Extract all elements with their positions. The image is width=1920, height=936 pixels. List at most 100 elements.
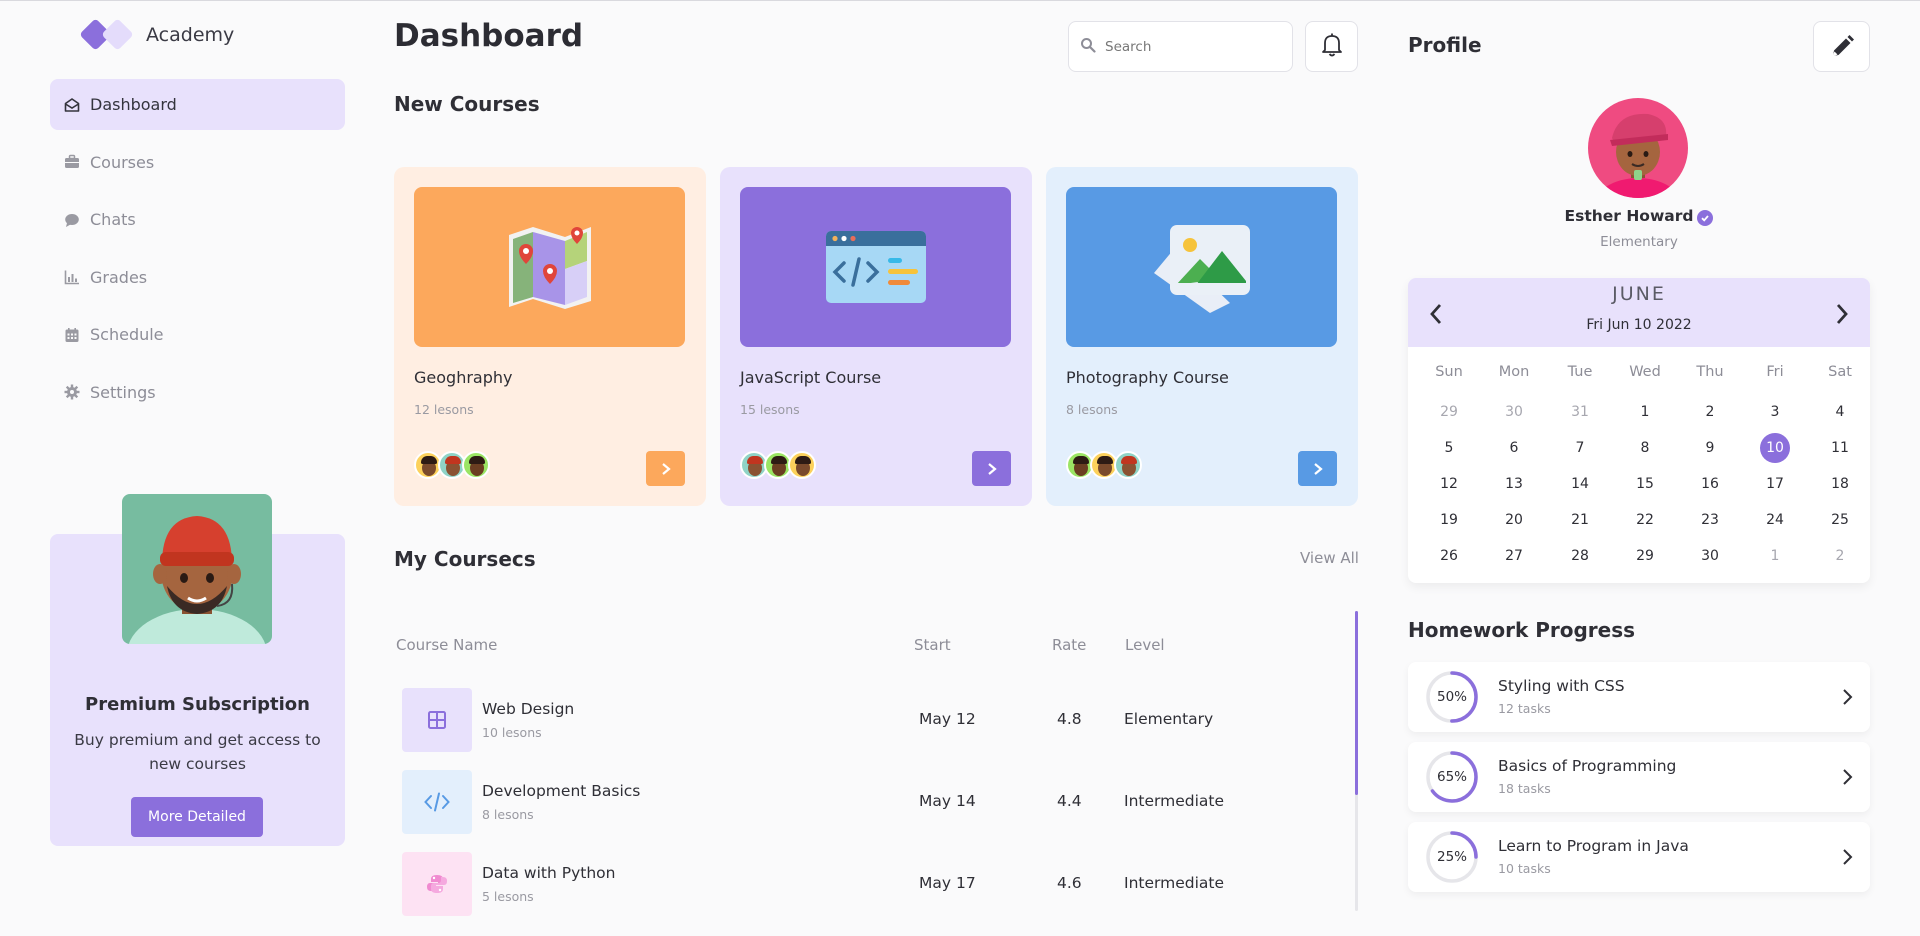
- calendar-day[interactable]: 16: [1692, 469, 1728, 499]
- progress-percent: 25%: [1436, 849, 1467, 865]
- course-card-photography[interactable]: Photography Course 8 lesons: [1046, 167, 1358, 506]
- weekday-label: Sun: [1435, 364, 1463, 380]
- premium-avatar-image: [122, 494, 272, 644]
- profile-avatar[interactable]: [1588, 98, 1688, 198]
- app-logo[interactable]: Academy: [79, 18, 234, 52]
- open-course-button[interactable]: [972, 451, 1011, 486]
- calendar-day[interactable]: 26: [1431, 541, 1467, 571]
- course-start: May 17: [919, 874, 976, 892]
- sidebar-item-settings[interactable]: Settings: [50, 367, 345, 418]
- calendar-day[interactable]: 31: [1562, 397, 1598, 427]
- table-row[interactable]: Data with Python 5 lesons May 17 4.6 Int…: [402, 852, 1342, 918]
- bell-icon: [1320, 32, 1344, 62]
- notifications-button[interactable]: [1305, 21, 1358, 72]
- open-course-button[interactable]: [646, 451, 685, 486]
- calendar-day[interactable]: 22: [1627, 505, 1663, 535]
- course-rate: 4.6: [1057, 874, 1082, 892]
- search-icon: [1080, 37, 1096, 57]
- logo-icon: [79, 18, 136, 52]
- chevron-right-icon: [661, 462, 671, 475]
- course-level: Intermediate: [1124, 792, 1225, 810]
- sidebar-item-chats[interactable]: Chats: [50, 194, 345, 245]
- calendar-day[interactable]: 1: [1757, 541, 1793, 571]
- course-card-image: [1066, 187, 1337, 347]
- calendar-day[interactable]: 29: [1431, 397, 1467, 427]
- calendar-day[interactable]: 5: [1431, 433, 1467, 463]
- weekday-label: Sat: [1828, 364, 1852, 380]
- gear-icon: [64, 384, 80, 400]
- calendar-day[interactable]: 12: [1431, 469, 1467, 499]
- python-icon: [427, 875, 447, 893]
- calendar-day[interactable]: 2: [1822, 541, 1858, 571]
- calendar-day[interactable]: 3: [1757, 397, 1793, 427]
- edit-profile-button[interactable]: [1813, 21, 1870, 72]
- sidebar-item-courses[interactable]: Courses: [50, 137, 345, 188]
- table-scrollbar-thumb[interactable]: [1355, 611, 1358, 795]
- calendar-day[interactable]: 20: [1496, 505, 1532, 535]
- calendar-day[interactable]: 21: [1562, 505, 1598, 535]
- homework-item[interactable]: 50% Styling with CSS 12 tasks: [1408, 662, 1870, 732]
- table-row[interactable]: Development Basics 8 lesons May 14 4.4 I…: [402, 770, 1342, 836]
- calendar-day[interactable]: 2: [1692, 397, 1728, 427]
- course-card-title: JavaScript Course: [740, 368, 882, 387]
- calendar-day[interactable]: 19: [1431, 505, 1467, 535]
- course-rate: 4.8: [1057, 710, 1082, 728]
- bar-chart-icon: [64, 269, 80, 285]
- calendar-day[interactable]: 27: [1496, 541, 1532, 571]
- weekday-label: Fri: [1766, 364, 1784, 380]
- next-month-button[interactable]: [1828, 300, 1856, 328]
- calendar-day[interactable]: 8: [1627, 433, 1663, 463]
- column-header-rate[interactable]: Rate: [1052, 636, 1086, 654]
- calendar-day[interactable]: 24: [1757, 505, 1793, 535]
- sidebar-item-dashboard[interactable]: Dashboard: [50, 79, 345, 130]
- course-lessons: 8 lesons: [482, 807, 534, 822]
- pencil-icon: [1831, 34, 1854, 57]
- column-header-course-name[interactable]: Course Name: [396, 636, 497, 654]
- calendar-month: JUNE: [1612, 283, 1666, 305]
- calendar-day[interactable]: 6: [1496, 433, 1532, 463]
- open-course-button[interactable]: [1298, 451, 1337, 486]
- calendar-day[interactable]: 25: [1822, 505, 1858, 535]
- progress-percent: 65%: [1436, 769, 1467, 785]
- calendar-day[interactable]: 7: [1562, 433, 1598, 463]
- column-header-start[interactable]: Start: [914, 636, 951, 654]
- calendar-day[interactable]: 9: [1692, 433, 1728, 463]
- calendar-day-selected[interactable]: 10: [1760, 433, 1790, 463]
- calendar-day[interactable]: 11: [1822, 433, 1858, 463]
- course-icon-box: [402, 688, 472, 752]
- calendar-day[interactable]: 17: [1757, 469, 1793, 499]
- search-box[interactable]: [1068, 21, 1293, 72]
- premium-title: Premium Subscription: [85, 694, 310, 715]
- homework-item[interactable]: 65% Basics of Programming 18 tasks: [1408, 742, 1870, 812]
- view-all-link[interactable]: View All: [1300, 549, 1359, 567]
- calendar-day[interactable]: 30: [1692, 541, 1728, 571]
- sidebar-item-label: Courses: [90, 152, 155, 172]
- course-card-javascript[interactable]: JavaScript Course 15 lesons: [720, 167, 1032, 506]
- calendar-day[interactable]: 4: [1822, 397, 1858, 427]
- calendar-header: JUNE Fri Jun 10 2022: [1408, 278, 1870, 347]
- calendar-day[interactable]: 30: [1496, 397, 1532, 427]
- search-input[interactable]: [1105, 38, 1285, 55]
- column-header-level[interactable]: Level: [1125, 636, 1165, 654]
- calendar-day[interactable]: 28: [1562, 541, 1598, 571]
- code-window-icon: [825, 231, 926, 303]
- calendar-day[interactable]: 23: [1692, 505, 1728, 535]
- calendar-day[interactable]: 14: [1562, 469, 1598, 499]
- sidebar-item-label: Schedule: [90, 325, 164, 344]
- homework-progress-title: Homework Progress: [1408, 618, 1636, 642]
- calendar-day[interactable]: 1: [1627, 397, 1663, 427]
- calendar-day[interactable]: 13: [1496, 469, 1532, 499]
- course-card-geography[interactable]: Geoghraphy 12 lesons: [394, 167, 706, 506]
- sidebar-item-grades[interactable]: Grades: [50, 252, 345, 303]
- table-row[interactable]: Web Design 10 lesons May 12 4.8 Elementa…: [402, 688, 1342, 754]
- homework-item[interactable]: 25% Learn to Program in Java 10 tasks: [1408, 822, 1870, 892]
- homework-name: Basics of Programming: [1498, 757, 1677, 775]
- profile-title: Profile: [1408, 33, 1482, 57]
- calendar-day[interactable]: 15: [1627, 469, 1663, 499]
- calendar-day[interactable]: 18: [1822, 469, 1858, 499]
- sidebar-item-schedule[interactable]: Schedule: [50, 309, 345, 360]
- sidebar-item-label: Dashboard: [90, 95, 177, 114]
- more-detailed-button[interactable]: More Detailed: [131, 797, 263, 837]
- calendar-day[interactable]: 29: [1627, 541, 1663, 571]
- chevron-right-icon: [1843, 769, 1853, 785]
